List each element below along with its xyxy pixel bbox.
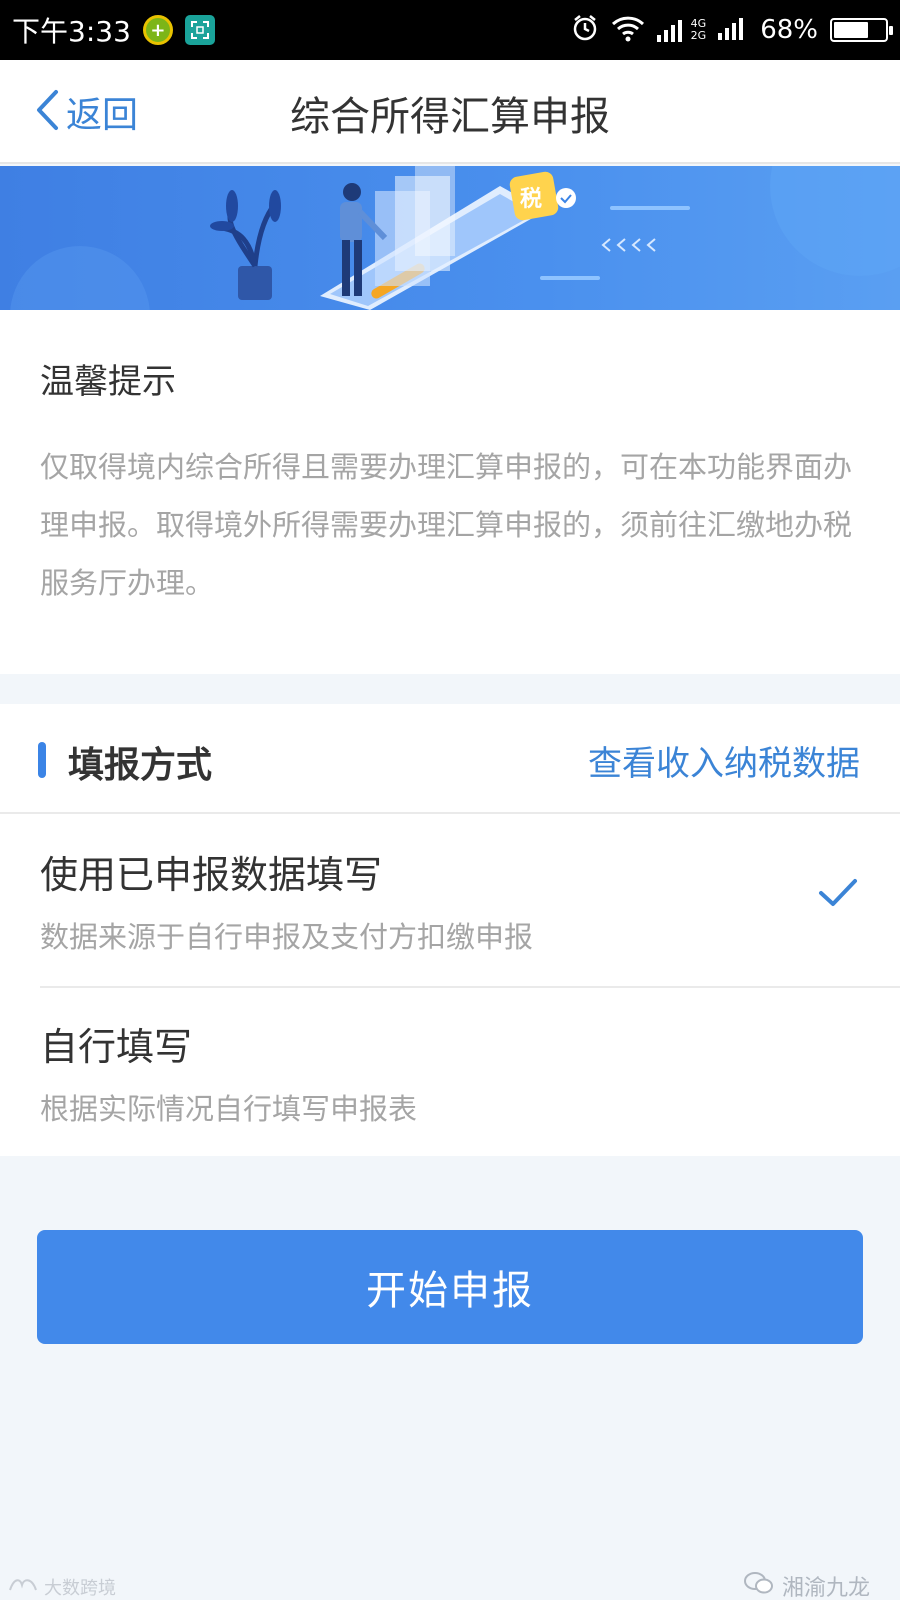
filing-method-card: 填报方式 查看收入纳税数据 使用已申报数据填写 数据来源于自行申报及支付方扣缴申… — [0, 704, 900, 1156]
option-self-fill[interactable]: 自行填写 根据实际情况自行填写申报表 — [0, 988, 900, 1156]
status-bar: 下午3:33 + 4G 2G 68% — [0, 0, 900, 60]
alarm-icon — [571, 14, 599, 46]
signal-4g2g-icon: 4G 2G — [656, 18, 707, 42]
plant-icon — [210, 190, 281, 300]
checkmark-icon — [818, 878, 858, 912]
watermark-logo-icon — [8, 1576, 38, 1599]
section-accent-bar — [38, 742, 46, 778]
battery-level — [834, 22, 868, 38]
watermark-left-text: 大数跨境 — [44, 1578, 116, 1599]
option-desc: 数据来源于自行申报及支付方扣缴申报 — [40, 920, 534, 954]
tip-title: 温馨提示 — [40, 362, 176, 402]
section-title: 填报方式 — [68, 745, 213, 786]
watermark-right-text: 湘渝九龙 — [781, 1576, 870, 1600]
battery-percent: 68% — [760, 15, 818, 45]
start-filing-button[interactable]: 开始申报 — [37, 1230, 863, 1344]
battery-icon — [830, 18, 893, 42]
status-bar-left: 下午3:33 + — [12, 10, 215, 50]
tax-badge-icon — [509, 171, 576, 221]
option-use-declared-data[interactable]: 使用已申报数据填写 数据来源于自行申报及支付方扣缴申报 — [0, 816, 900, 986]
option-desc: 根据实际情况自行填写申报表 — [40, 1092, 418, 1126]
wechat-icon — [743, 1571, 774, 1600]
nav-bar: 返回 综合所得汇算申报 — [0, 60, 900, 164]
page-title: 综合所得汇算申报 — [290, 94, 610, 140]
scan-notification-icon — [184, 15, 215, 45]
signal-icon — [718, 16, 748, 44]
status-time: 下午3:33 — [12, 15, 131, 48]
tax-badge-text: 税 — [520, 186, 542, 212]
option-title: 使用已申报数据填写 — [40, 853, 383, 897]
network-label-2g: 2G — [690, 29, 707, 42]
banner-illustration: 税 — [10, 166, 900, 310]
tip-text: 仅取得境内综合所得且需要办理汇算申报的，可在本功能界面办理申报。取得境外所得需要… — [40, 450, 853, 600]
arrow-decoration-icon — [540, 206, 690, 280]
section-header: 填报方式 查看收入纳税数据 — [0, 704, 900, 814]
watermark-left: 大数跨境 — [8, 1574, 116, 1600]
tip-card: 温馨提示 仅取得境内综合所得且需要办理汇算申报的，可在本功能界面办理申报。取得境… — [0, 310, 900, 674]
option-title: 自行填写 — [40, 1025, 193, 1069]
watermark-right: 湘渝九龙 — [743, 1570, 870, 1600]
wifi-icon — [611, 14, 645, 46]
status-bar-right: 4G 2G 68% — [571, 14, 893, 46]
app-notification-icon: + — [142, 15, 173, 45]
banner: 税 — [0, 166, 900, 310]
view-income-tax-data-link[interactable]: 查看收入纳税数据 — [588, 736, 860, 785]
